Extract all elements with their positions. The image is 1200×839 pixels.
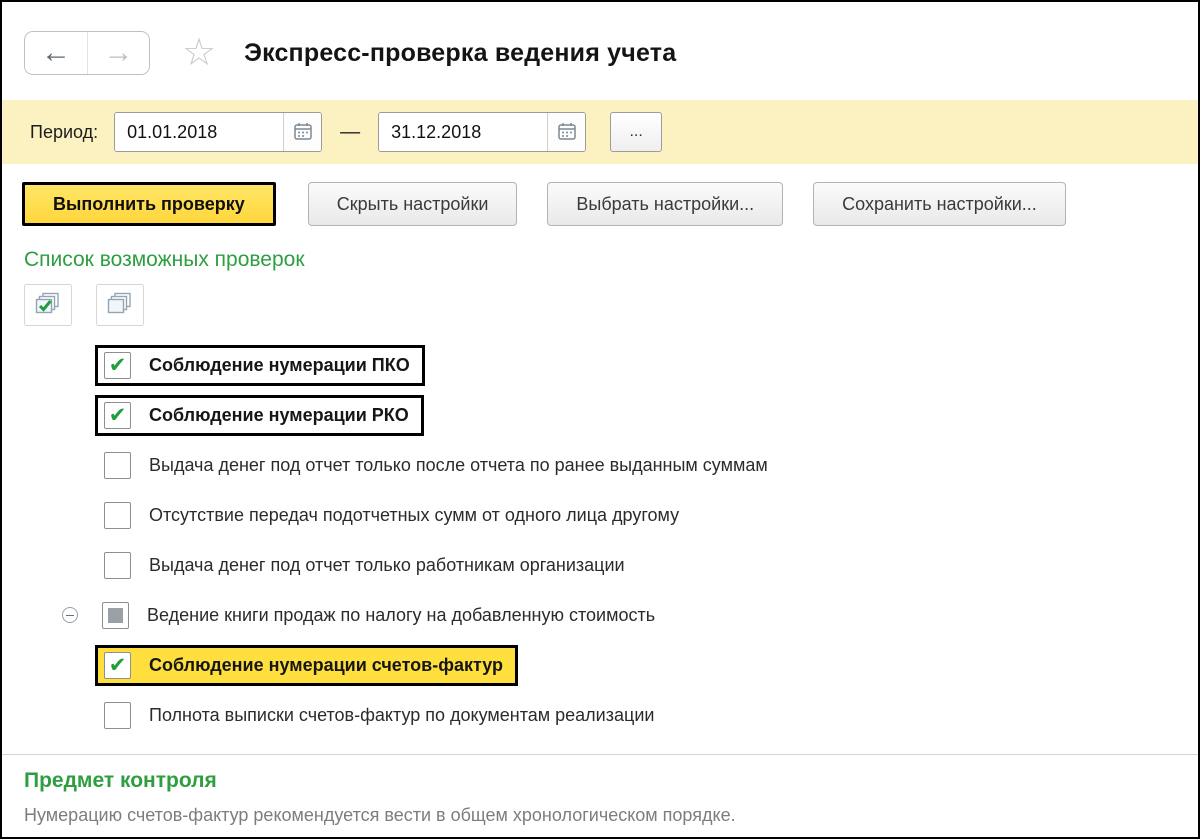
check-item[interactable]: Выдача денег под отчет только после отче… [104, 451, 768, 479]
period-more-button[interactable]: ... [610, 112, 663, 152]
check-item-label: Ведение книги продаж по налогу на добавл… [147, 604, 656, 625]
check-item-label: Соблюдение нумерации РКО [149, 404, 409, 425]
check-row-wrap: Соблюдение нумерации счетов-фактур [62, 640, 1178, 690]
date-to-input[interactable] [379, 113, 548, 151]
date-from-calendar-button[interactable] [283, 113, 322, 151]
check-row-wrap: Соблюдение нумерации РКО [62, 390, 1178, 440]
checkbox[interactable] [102, 601, 129, 629]
app-window: ← → ☆ Экспресс-проверка ведения учета Пе… [0, 0, 1200, 839]
check-item-label: Выдача денег под отчет только после отче… [149, 454, 768, 475]
nav-button-group: ← → [24, 31, 150, 75]
checkbox[interactable] [104, 451, 131, 479]
check-item[interactable]: Отсутствие передач подотчетных сумм от о… [104, 501, 680, 529]
forward-button[interactable]: → [87, 32, 149, 74]
checkbox[interactable] [104, 701, 131, 729]
hide-settings-button[interactable]: Скрыть настройки [307, 182, 518, 226]
uncheck-all-button[interactable] [96, 284, 144, 326]
calendar-icon [557, 122, 576, 143]
uncheck-all-icon [107, 292, 133, 319]
checks-list: Соблюдение нумерации ПКО Соблюдение нумер… [2, 332, 1198, 740]
check-item[interactable]: Выдача денег под отчет только работникам… [104, 551, 625, 579]
check-row-wrap: Выдача денег под отчет только после отче… [62, 440, 1178, 490]
check-row-wrap: Отсутствие передач подотчетных сумм от о… [62, 490, 1178, 540]
forward-arrow-icon: → [103, 36, 134, 69]
period-bar: Период: — [2, 100, 1198, 164]
check-all-button[interactable] [24, 284, 72, 326]
period-separator: — [340, 120, 361, 143]
page-title: Экспресс-проверка ведения учета [244, 38, 677, 67]
checks-toolbar [2, 282, 1198, 332]
check-row-wrap: Ведение книги продаж по налогу на добавл… [62, 590, 1178, 640]
checkbox[interactable] [104, 501, 131, 529]
date-from-input[interactable] [115, 113, 284, 151]
collapse-expander-icon[interactable] [62, 607, 78, 623]
save-settings-button[interactable]: Сохранить настройки... [813, 182, 1066, 226]
run-check-button[interactable]: Выполнить проверку [22, 182, 276, 226]
date-from-field [114, 112, 323, 152]
subject-section-title: Предмет контроля [24, 769, 217, 792]
checkbox[interactable] [104, 401, 131, 429]
checks-section-title: Список возможных проверок [24, 248, 305, 271]
check-item-label: Полнота выписки счетов-фактур по докумен… [149, 704, 655, 725]
checkbox[interactable] [104, 551, 131, 579]
check-item[interactable]: Соблюдение нумерации ПКО [95, 344, 425, 386]
check-item-label: Выдача денег под отчет только работникам… [149, 554, 625, 575]
check-item-label: Соблюдение нумерации счетов-фактур [149, 654, 503, 675]
check-item[interactable]: Соблюдение нумерации счетов-фактур [95, 644, 518, 686]
check-item-label: Отсутствие передач подотчетных сумм от о… [149, 504, 680, 525]
date-to-calendar-button[interactable] [547, 113, 586, 151]
check-row-wrap: Выдача денег под отчет только работникам… [62, 540, 1178, 590]
check-item[interactable]: Полнота выписки счетов-фактур по докумен… [104, 701, 655, 729]
date-to-field [378, 112, 587, 152]
check-row-wrap: Полнота выписки счетов-фактур по докумен… [62, 690, 1178, 740]
check-item[interactable]: Соблюдение нумерации РКО [95, 394, 424, 436]
favorite-star-icon[interactable]: ☆ [182, 34, 216, 72]
check-item[interactable]: Ведение книги продаж по налогу на добавл… [62, 601, 656, 629]
check-row-wrap: Соблюдение нумерации ПКО [62, 340, 1178, 390]
checkbox[interactable] [104, 351, 131, 379]
subject-section-text: Нумерацию счетов-фактур рекомендуется ве… [24, 805, 736, 825]
period-label: Период: [30, 121, 99, 142]
action-buttons-row: Выполнить проверку Скрыть настройки Выбр… [2, 164, 1198, 226]
back-button[interactable]: ← [25, 32, 87, 74]
check-item-label: Соблюдение нумерации ПКО [149, 354, 410, 375]
header: ← → ☆ Экспресс-проверка ведения учета [2, 2, 1198, 100]
check-all-icon [35, 292, 61, 319]
calendar-icon [293, 122, 312, 143]
back-arrow-icon: ← [41, 36, 71, 69]
checkbox[interactable] [104, 651, 131, 679]
select-settings-button[interactable]: Выбрать настройки... [547, 182, 784, 226]
